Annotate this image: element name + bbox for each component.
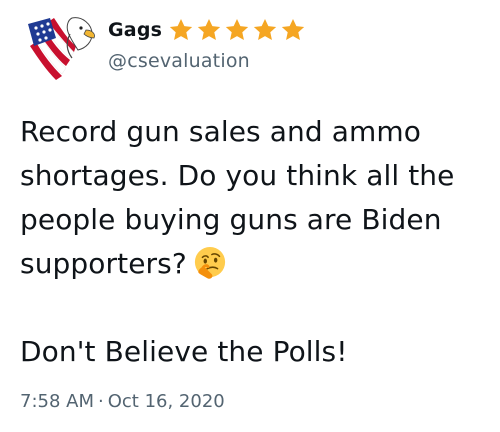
tweet-text-paragraph-1: Record gun sales and ammo shortages. Do … — [20, 110, 488, 286]
tweet-timestamp[interactable]: 7:58 AM · Oct 16, 2020 — [20, 391, 225, 412]
user-names: Gags @csevaluation — [108, 16, 306, 72]
star-icon — [169, 18, 193, 40]
user-handle[interactable]: @csevaluation — [108, 50, 306, 72]
thinking-face-emoji-icon — [194, 246, 225, 279]
star-icon — [253, 18, 277, 40]
tweet-header: Gags @csevaluation — [20, 8, 480, 88]
tweet: Gags @csevaluation Record gun sales and … — [0, 0, 500, 432]
name-row: Gags — [108, 16, 306, 44]
display-name[interactable]: Gags — [108, 19, 162, 41]
tweet-time[interactable]: 7:58 AM — [20, 391, 94, 412]
tweet-text-paragraph-2: Don't Believe the Polls! — [20, 335, 348, 368]
tweet-text-line-1: Record gun sales and ammo shortages. Do … — [20, 115, 455, 280]
timestamp-separator: · — [98, 391, 104, 412]
star-badges — [168, 17, 306, 43]
star-icon — [225, 18, 249, 40]
eagle-flag-avatar-icon — [20, 8, 100, 88]
star-icon — [281, 18, 305, 40]
avatar[interactable] — [20, 8, 100, 88]
tweet-date[interactable]: Oct 16, 2020 — [108, 391, 225, 412]
tweet-text: Record gun sales and ammo shortages. Do … — [20, 110, 488, 374]
star-icon — [197, 18, 221, 40]
